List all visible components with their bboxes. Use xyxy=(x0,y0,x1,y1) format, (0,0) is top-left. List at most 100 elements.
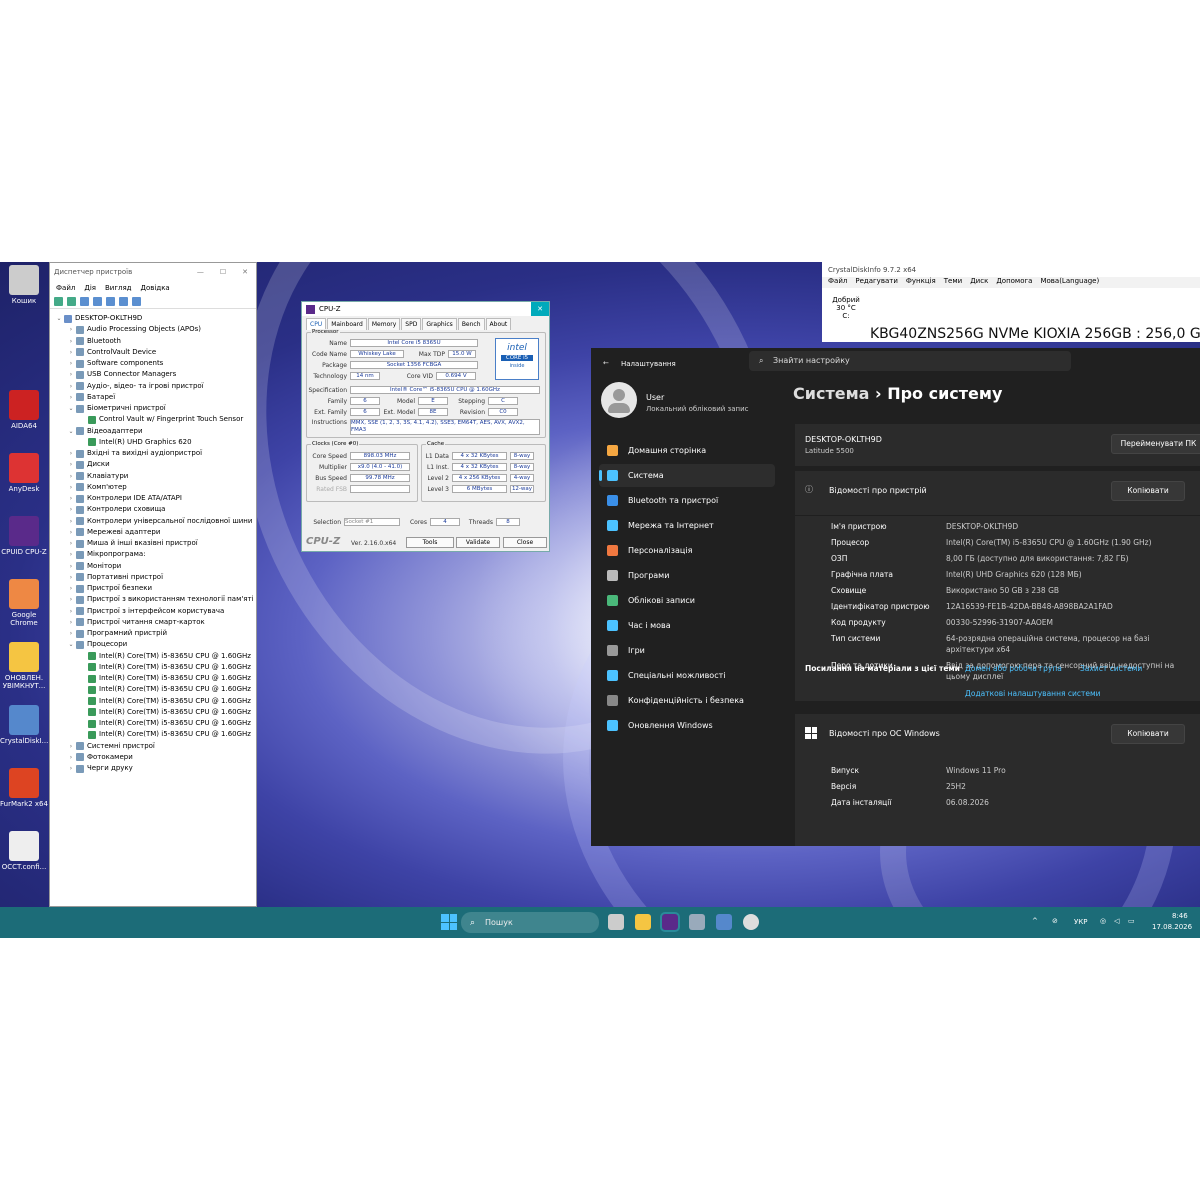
tab-spd[interactable]: SPD xyxy=(401,318,422,330)
breadcrumb-system[interactable]: Система xyxy=(793,384,869,403)
nav-item[interactable]: Система xyxy=(599,464,775,487)
chevron-down-icon[interactable]: ⌄ xyxy=(66,426,76,437)
nav-item[interactable]: Облікові записи xyxy=(599,589,775,612)
tab-memory[interactable]: Memory xyxy=(367,318,401,330)
desktop-icon[interactable]: OCCT.confi... xyxy=(0,831,48,871)
menu-item[interactable]: Диск xyxy=(970,277,988,288)
tree-item[interactable]: › Аудіо-, відео- та ігрові пристрої xyxy=(54,381,256,392)
tree-item[interactable]: ⌄ Біометричні пристрої xyxy=(54,403,256,414)
wifi-icon[interactable]: ◎ xyxy=(1100,917,1106,925)
tree-item[interactable]: Intel(R) Core(TM) i5-8365U CPU @ 1.60GHz xyxy=(54,662,256,673)
close-icon[interactable]: ✕ xyxy=(531,302,549,316)
tree-item[interactable]: › Мікропрограма: xyxy=(54,549,256,560)
desktop-icon[interactable]: AnyDesk xyxy=(0,453,48,493)
crystaldiskinfo-taskbar-icon[interactable] xyxy=(716,914,732,930)
chevron-right-icon[interactable]: › xyxy=(66,381,76,392)
chevron-right-icon[interactable]: › xyxy=(66,459,76,470)
chevron-right-icon[interactable]: › xyxy=(66,369,76,380)
crystaldiskinfo-window[interactable]: CrystalDiskInfo 9.7.2 x64 Файл Редагувати… xyxy=(822,262,1200,342)
tree-item[interactable]: › Клавіатури xyxy=(54,471,256,482)
chevron-right-icon[interactable]: › xyxy=(66,549,76,560)
menu-item[interactable]: Редагувати xyxy=(855,277,898,288)
back-icon[interactable] xyxy=(54,297,63,306)
nav-item[interactable]: Спеціальні можливості xyxy=(599,664,775,687)
help-icon[interactable] xyxy=(93,297,102,306)
menu-item[interactable]: Допомога xyxy=(996,277,1032,288)
nav-item[interactable]: Час і мова xyxy=(599,614,775,637)
chevron-right-icon[interactable]: › xyxy=(66,583,76,594)
chevron-right-icon[interactable]: › xyxy=(66,358,76,369)
advanced-settings-link[interactable]: Додаткові налаштування системи xyxy=(965,689,1101,698)
tree-item[interactable]: › Системні пристрої xyxy=(54,741,256,752)
domain-workgroup-link[interactable]: Домен або робоча група xyxy=(965,664,1062,673)
chevron-right-icon[interactable]: › xyxy=(66,606,76,617)
chevron-down-icon[interactable]: ⌄ xyxy=(66,403,76,414)
tree-item[interactable]: › Пристрої безпеки xyxy=(54,583,256,594)
tree-item[interactable]: › Миша й інші вказівні пристрої xyxy=(54,538,256,549)
tree-item[interactable]: › Мережеві адаптери xyxy=(54,527,256,538)
nav-item[interactable]: Ігри xyxy=(599,639,775,662)
tree-item[interactable]: › Пристрої з використанням технології пам… xyxy=(54,594,256,605)
network-off-icon[interactable]: ⊘ xyxy=(1052,917,1058,925)
menu-item[interactable]: Теми xyxy=(944,277,962,288)
task-view-icon[interactable] xyxy=(608,914,624,930)
chevron-right-icon[interactable]: › xyxy=(66,493,76,504)
tree-item[interactable]: › Software components xyxy=(54,358,256,369)
forward-icon[interactable] xyxy=(67,297,76,306)
device-manager-window[interactable]: Диспетчер пристроїв — ☐ ✕ Файл Дія Вигляд Дов… xyxy=(49,262,257,907)
tree-item[interactable]: Intel(R) Core(TM) i5-8365U CPU @ 1.60GHz xyxy=(54,684,256,695)
taskbar-search[interactable]: Пошук xyxy=(461,912,599,933)
tree-item[interactable]: ⌄ Відеоадаптери xyxy=(54,426,256,437)
desktop-icon[interactable]: ОНОВЛЕН. УВІМКНУТ... xyxy=(0,642,48,690)
minimize-icon[interactable]: — xyxy=(197,268,204,276)
tree-item[interactable]: › Вхідні та вихідні аудіопристрої xyxy=(54,448,256,459)
rename-pc-button[interactable]: Перейменувати ПК xyxy=(1111,434,1200,454)
copy-device-specs-button[interactable]: Копіювати xyxy=(1111,481,1185,501)
chevron-right-icon[interactable]: › xyxy=(66,347,76,358)
desktop-icon[interactable]: FurMark2 x64 xyxy=(0,768,48,808)
chevron-right-icon[interactable]: › xyxy=(66,741,76,752)
chevron-right-icon[interactable]: › xyxy=(66,324,76,335)
desktop-icon[interactable]: AIDA64 xyxy=(0,390,48,430)
chevron-right-icon[interactable]: › xyxy=(66,504,76,515)
tools-button[interactable]: Tools xyxy=(406,537,454,548)
clock-time[interactable]: 8:46 xyxy=(1172,912,1188,920)
tree-item[interactable]: Intel(R) Core(TM) i5-8365U CPU @ 1.60GHz xyxy=(54,718,256,729)
chevron-down-icon[interactable]: ⌄ xyxy=(54,313,64,324)
menu-item[interactable]: Файл xyxy=(828,277,847,288)
nav-item[interactable]: Конфіденційність і безпека xyxy=(599,689,775,712)
tree-item[interactable]: Intel(R) Core(TM) i5-8365U CPU @ 1.60GHz xyxy=(54,651,256,662)
search-input[interactable]: Знайти настройку xyxy=(749,351,1071,371)
chevron-right-icon[interactable]: › xyxy=(66,392,76,403)
tree-item[interactable]: ⌄ DESKTOP-OKLTH9D xyxy=(54,313,256,324)
cpuz-taskbar-icon[interactable] xyxy=(660,912,680,932)
nav-item[interactable]: Оновлення Windows xyxy=(599,714,775,737)
menu-item[interactable]: Файл xyxy=(56,284,75,292)
chevron-right-icon[interactable]: › xyxy=(66,763,76,774)
tree-item[interactable]: Control Vault w/ Fingerprint Touch Senso… xyxy=(54,414,256,425)
menu-item[interactable]: Дія xyxy=(84,284,96,292)
chevron-down-icon[interactable]: ⌄ xyxy=(66,639,76,650)
settings-window[interactable]: ← Налаштування Знайти настройку ⌕ User Л… xyxy=(591,348,1200,846)
chevron-right-icon[interactable]: › xyxy=(66,482,76,493)
tree-item[interactable]: › USB Connector Managers xyxy=(54,369,256,380)
tab-graphics[interactable]: Graphics xyxy=(422,318,457,330)
tree-item[interactable]: › Програмний пристрій xyxy=(54,628,256,639)
tree-item[interactable]: › ControlVault Device xyxy=(54,347,256,358)
scan-hardware-icon[interactable] xyxy=(119,297,128,306)
desktop-icon[interactable]: CPUID CPU-Z xyxy=(0,516,48,556)
menu-item[interactable]: Функція xyxy=(906,277,936,288)
chevron-right-icon[interactable]: › xyxy=(66,527,76,538)
chevron-right-icon[interactable]: › xyxy=(66,628,76,639)
settings-taskbar-icon[interactable] xyxy=(743,914,759,930)
tree-item[interactable]: › Батареї xyxy=(54,392,256,403)
tree-item[interactable]: ⌄ Процесори xyxy=(54,639,256,650)
chevron-right-icon[interactable]: › xyxy=(66,516,76,527)
nav-item[interactable]: Bluetooth та пристрої xyxy=(599,489,775,512)
language-indicator[interactable]: УКР xyxy=(1074,918,1087,926)
chevron-right-icon[interactable]: › xyxy=(66,617,76,628)
nav-item[interactable]: Домашня сторінка xyxy=(599,439,775,462)
device-manager-taskbar-icon[interactable] xyxy=(689,914,705,930)
desktop-icon[interactable]: Google Chrome xyxy=(0,579,48,627)
nav-item[interactable]: Мережа та Інтернет xyxy=(599,514,775,537)
